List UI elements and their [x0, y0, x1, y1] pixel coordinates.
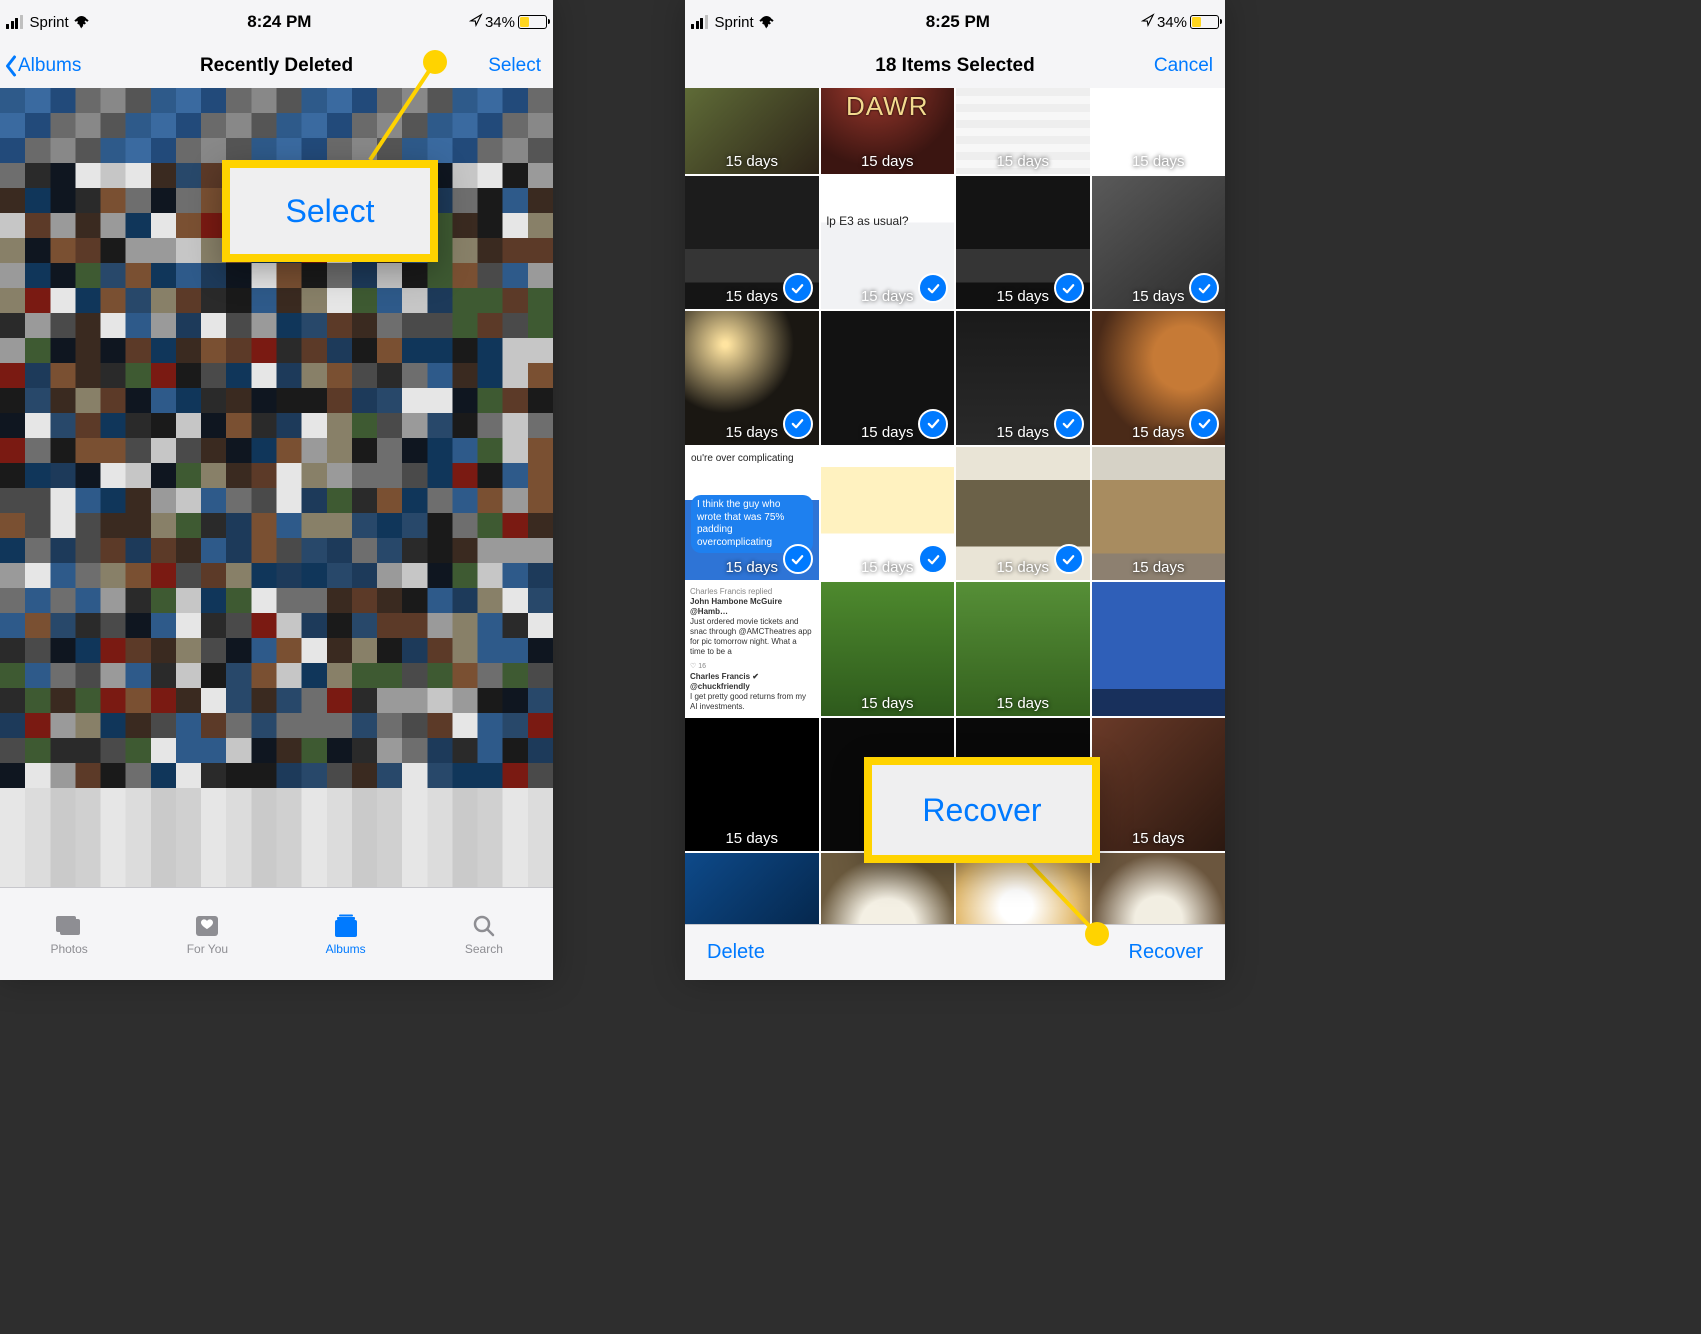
photos-tab-icon	[54, 913, 84, 939]
photo-thumbnail[interactable]: 15 days	[685, 88, 819, 174]
status-bar: Sprint 8:24 PM 34%	[0, 0, 553, 44]
carrier-label: Sprint	[715, 14, 754, 31]
recover-button[interactable]: Recover	[1129, 941, 1203, 964]
selected-checkmark-icon	[918, 544, 948, 574]
photo-thumbnail[interactable]: 15 days	[956, 582, 1090, 716]
tab-label: Search	[465, 942, 503, 956]
for-you-tab-icon	[192, 913, 222, 939]
tab-albums[interactable]: Albums	[277, 888, 415, 980]
photo-thumbnail[interactable]: 15 days	[821, 582, 955, 716]
photo-thumbnail[interactable]: 15 days	[956, 311, 1090, 445]
callout-label: Select	[286, 193, 375, 230]
photo-thumbnail[interactable]: 15 days	[1092, 176, 1226, 310]
photo-thumbnail[interactable]: 15 days	[1092, 88, 1226, 174]
page-title: 18 Items Selected	[875, 55, 1034, 77]
photo-thumbnail[interactable]: 15 days	[1092, 311, 1226, 445]
albums-tab-icon	[331, 913, 361, 939]
photo-thumbnail[interactable]: 15 days	[956, 88, 1090, 174]
wifi-icon	[758, 16, 775, 29]
photo-thumbnail[interactable]	[1092, 582, 1226, 716]
location-icon	[469, 13, 483, 31]
clock-label: 8:25 PM	[926, 12, 990, 32]
battery-icon	[518, 15, 547, 29]
photo-thumbnail[interactable]: 15 days	[685, 176, 819, 310]
photo-thumbnail[interactable]: 15 days	[1092, 447, 1226, 581]
location-icon	[1141, 13, 1155, 31]
signal-strength-icon	[691, 15, 708, 29]
selected-checkmark-icon	[1054, 273, 1084, 303]
cancel-button[interactable]: Cancel	[1154, 55, 1213, 77]
search-tab-icon	[469, 913, 499, 939]
selected-checkmark-icon	[1054, 409, 1084, 439]
status-bar: Sprint 8:25 PM 34%	[685, 0, 1225, 44]
tab-photos[interactable]: Photos	[0, 888, 138, 980]
page-title: Recently Deleted	[200, 55, 353, 77]
photo-thumbnail[interactable]	[821, 853, 955, 925]
photo-thumbnail[interactable]: ou're over complicatingI think the guy w…	[685, 447, 819, 581]
callout-select: Select	[222, 160, 438, 262]
toolbar: Delete Recover	[685, 924, 1225, 980]
battery-icon	[1190, 15, 1219, 29]
tab-search[interactable]: Search	[415, 888, 553, 980]
selected-checkmark-icon	[783, 544, 813, 574]
selected-checkmark-icon	[783, 409, 813, 439]
photo-thumbnail[interactable]: 15 days	[956, 447, 1090, 581]
selected-checkmark-icon	[918, 409, 948, 439]
wifi-icon	[73, 16, 90, 29]
select-button[interactable]: Select	[488, 55, 541, 77]
callout-recover: Recover	[864, 757, 1100, 863]
delete-button[interactable]: Delete	[707, 941, 765, 964]
photo-thumbnail[interactable]: 15 days	[956, 176, 1090, 310]
photo-thumbnail[interactable]: 15 days	[821, 311, 955, 445]
selected-checkmark-icon	[1054, 544, 1084, 574]
photo-thumbnail[interactable]: DAWR15 days	[821, 88, 955, 174]
back-button-label: Albums	[18, 55, 81, 77]
phone-screen-left: Sprint 8:24 PM 34% Albums Recently Delet…	[0, 0, 553, 980]
selected-checkmark-icon	[918, 273, 948, 303]
selected-checkmark-icon	[1189, 273, 1219, 303]
photo-thumbnail[interactable]: 15 days	[821, 447, 955, 581]
tab-bar: Photos For You Albums Search	[0, 887, 553, 980]
nav-bar: 18 Items Selected Cancel	[685, 44, 1225, 88]
battery-percent-label: 34%	[1157, 14, 1187, 31]
callout-label: Recover	[922, 792, 1041, 829]
back-button[interactable]: Albums	[3, 55, 81, 77]
photo-thumbnail[interactable]: 15 days	[1092, 718, 1226, 852]
tab-label: For You	[187, 942, 228, 956]
tab-for-you[interactable]: For You	[138, 888, 276, 980]
carrier-label: Sprint	[30, 14, 69, 31]
photo-thumbnail[interactable]: lp E3 as usual?15 days	[821, 176, 955, 310]
photo-thumbnail[interactable]	[956, 853, 1090, 925]
photo-thumbnail[interactable]: Charles Francis repliedJohn Hambone McGu…	[685, 582, 819, 716]
nav-bar: Albums Recently Deleted Select	[0, 44, 553, 88]
photo-thumbnail[interactable]	[685, 853, 819, 925]
selected-checkmark-icon	[1189, 409, 1219, 439]
photo-thumbnail[interactable]	[1092, 853, 1226, 925]
photo-thumbnail[interactable]: 15 days	[685, 718, 819, 852]
tab-label: Albums	[326, 942, 366, 956]
battery-percent-label: 34%	[485, 14, 515, 31]
clock-label: 8:24 PM	[247, 12, 311, 32]
signal-strength-icon	[6, 15, 23, 29]
selected-checkmark-icon	[783, 273, 813, 303]
photo-thumbnail[interactable]: 15 days	[685, 311, 819, 445]
tab-label: Photos	[50, 942, 87, 956]
